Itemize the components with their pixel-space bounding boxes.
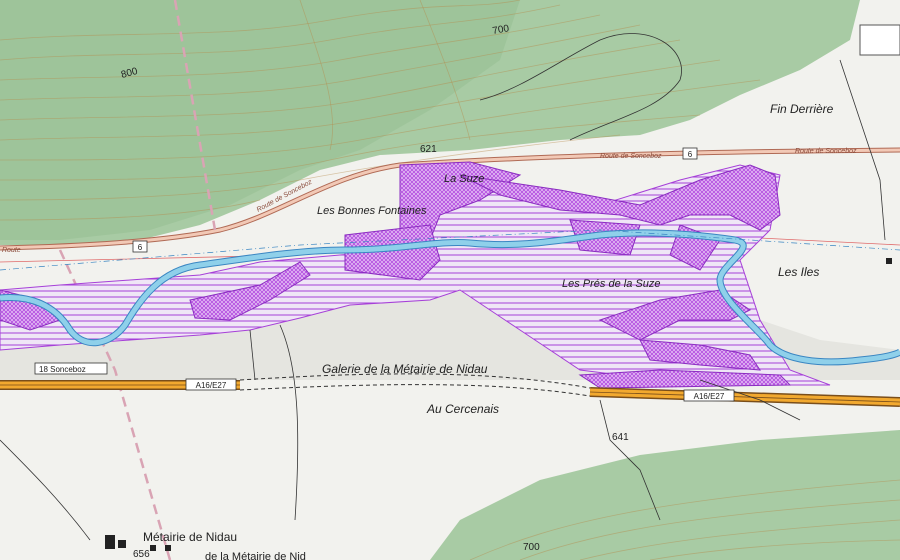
elevation-641: 641 — [612, 432, 629, 443]
svg-text:6: 6 — [138, 243, 143, 252]
elevation-621: 621 — [420, 144, 437, 155]
elevation-700-bottom: 700 — [523, 542, 540, 553]
elevation-656: 656 — [133, 549, 150, 560]
svg-text:A16/E27: A16/E27 — [694, 392, 725, 401]
route6-badge-right: 6 — [682, 147, 698, 160]
label-les-pres-de-la-suze: Les Prés de la Suze — [562, 278, 660, 290]
topographic-map[interactable]: 6 6 A16/E27 A16/E27 18 Sonceboz Route de… — [0, 0, 900, 560]
exit-sign: 18 Sonceboz — [34, 362, 108, 375]
road-name-left: Route — [2, 247, 21, 254]
map-view[interactable]: 6 6 A16/E27 A16/E27 18 Sonceboz Route de… — [0, 0, 900, 560]
label-galerie: Galerie de la Métairie de Nidau — [322, 362, 488, 376]
svg-text:A16/E27: A16/E27 — [196, 381, 227, 390]
motorway-badge-right: A16/E27 — [683, 389, 735, 402]
svg-text:18 Sonceboz: 18 Sonceboz — [39, 365, 86, 374]
label-metairie-de-nidau: Métairie de Nidau — [143, 530, 237, 544]
label-les-bonnes-fontaines: Les Bonnes Fontaines — [317, 205, 427, 217]
svg-text:6: 6 — [688, 150, 693, 159]
route6-badge-left: 6 — [132, 240, 148, 253]
road-name-3: Route de Sonceboz — [795, 148, 857, 155]
label-au-cercenais: Au Cercenais — [426, 402, 499, 416]
label-river-la-suze: La Suze — [444, 173, 484, 185]
label-metairie-partial: de la Métairie de Nid — [205, 551, 306, 560]
road-name-2: Route de Sonceboz — [600, 153, 662, 160]
motorway-badge-left: A16/E27 — [185, 378, 237, 391]
label-les-iles: Les Iles — [778, 265, 819, 279]
label-fin-derriere: Fin Derrière — [770, 102, 834, 116]
